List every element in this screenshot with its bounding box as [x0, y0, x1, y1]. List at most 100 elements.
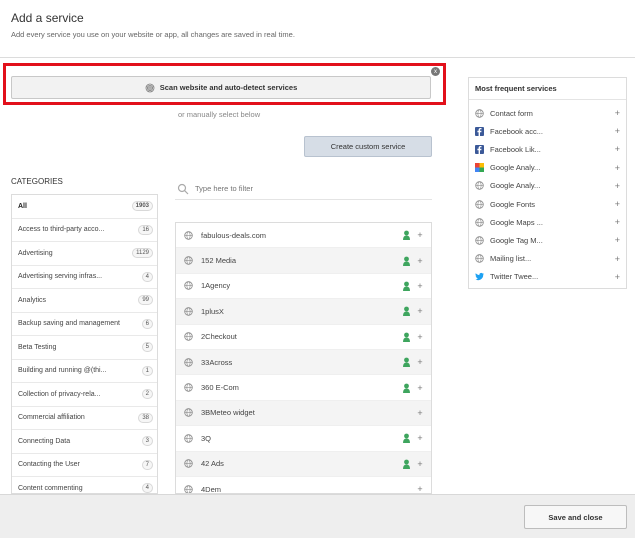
frequent-services-panel: Most frequent services Contact form + Face…: [468, 77, 627, 289]
category-item[interactable]: Advertising 1129: [12, 242, 157, 266]
frequent-service-name: Google Analy...: [490, 181, 541, 191]
frequent-service-item[interactable]: Google Fonts +: [469, 195, 626, 213]
category-label: Collection of privacy-rela...: [18, 390, 101, 398]
person-icon: [403, 332, 410, 342]
frequent-service-item[interactable]: Contact form +: [469, 104, 626, 122]
close-icon[interactable]: x: [431, 67, 440, 76]
add-frequent-plus-icon[interactable]: +: [615, 199, 620, 209]
category-item[interactable]: All 1903: [12, 195, 157, 219]
add-service-plus-icon[interactable]: +: [416, 408, 424, 418]
category-count-badge: 7: [141, 459, 153, 470]
category-item[interactable]: Backup saving and management 6: [12, 313, 157, 336]
service-item[interactable]: 2Checkout +: [176, 325, 431, 350]
add-service-plus-icon[interactable]: +: [416, 306, 424, 316]
add-frequent-plus-icon[interactable]: +: [615, 108, 620, 118]
category-count-badge: 2: [141, 389, 153, 400]
service-item[interactable]: 360 E-Com +: [176, 375, 431, 401]
service-item[interactable]: 4Dem +: [176, 477, 431, 493]
service-name: 360 E-Com: [201, 383, 239, 393]
category-item[interactable]: Advertising serving infras... 4: [12, 266, 157, 289]
add-service-plus-icon[interactable]: +: [416, 459, 424, 469]
person-icon: [403, 306, 410, 317]
add-frequent-plus-icon[interactable]: +: [615, 163, 620, 173]
category-item[interactable]: Commercial affiliation 38: [12, 407, 157, 430]
category-label: Content commenting: [18, 484, 83, 492]
category-list: All 1903 Access to third-party acco... 16 Ad…: [11, 194, 158, 494]
add-frequent-plus-icon[interactable]: +: [615, 126, 620, 136]
person-icon: [403, 383, 410, 393]
service-item[interactable]: 3BMeteo widget +: [176, 400, 431, 427]
frequent-services-list: Contact form + Facebook acc... + Facebook Li…: [469, 100, 626, 286]
frequent-service-item[interactable]: Google Maps ... +: [469, 213, 626, 231]
category-count-badge: 38: [138, 412, 153, 423]
add-frequent-plus-icon[interactable]: +: [615, 217, 620, 227]
service-item[interactable]: 1Agency +: [176, 274, 431, 300]
filter-input[interactable]: [195, 184, 415, 193]
service-item[interactable]: 152 Media +: [176, 248, 431, 274]
add-service-plus-icon[interactable]: +: [416, 332, 424, 342]
category-item[interactable]: Beta Testing 5: [12, 336, 157, 360]
add-service-plus-icon[interactable]: +: [416, 433, 424, 443]
frequent-service-item[interactable]: Facebook Lik... +: [469, 140, 626, 158]
frequent-service-name: Google Fonts: [490, 199, 536, 209]
add-service-plus-icon[interactable]: +: [416, 383, 424, 393]
save-and-close-button[interactable]: Save and close: [524, 505, 627, 529]
category-item[interactable]: Content commenting 4: [12, 477, 157, 493]
add-frequent-plus-icon[interactable]: +: [615, 272, 620, 282]
frequent-service-item[interactable]: Google Tag M... +: [469, 231, 626, 249]
frequent-service-name: Contact form: [490, 108, 533, 118]
category-count-badge: 99: [138, 295, 153, 306]
frequent-service-item[interactable]: Facebook acc... +: [469, 122, 626, 140]
person-icon: [403, 459, 410, 469]
category-label: Advertising serving infras...: [18, 273, 103, 281]
category-label: Access to third-party acco...: [18, 226, 105, 234]
service-item[interactable]: 3Q +: [176, 426, 431, 452]
dialog-subtitle: Add every service you use on your websit…: [11, 30, 295, 39]
category-label: Advertising: [18, 249, 53, 257]
service-name: 1Agency: [201, 281, 231, 291]
frequent-service-name: Facebook Lik...: [490, 144, 541, 154]
add-frequent-plus-icon[interactable]: +: [615, 181, 620, 191]
category-count-badge: 1129: [132, 248, 153, 259]
category-item[interactable]: Contacting the User 7: [12, 454, 157, 477]
globe-icon: [184, 281, 193, 291]
service-item[interactable]: 33Across +: [176, 349, 431, 376]
globe-icon: [184, 230, 193, 240]
frequent-service-item[interactable]: Twitter Twee... +: [469, 268, 626, 286]
facebook-icon: [475, 144, 484, 154]
add-service-plus-icon[interactable]: +: [416, 256, 424, 266]
frequent-service-name: Twitter Twee...: [490, 272, 539, 282]
category-label: Contacting the User: [18, 461, 80, 469]
add-frequent-plus-icon[interactable]: +: [615, 235, 620, 245]
scan-website-button[interactable]: Scan website and auto-detect services: [11, 76, 431, 99]
add-service-plus-icon[interactable]: +: [416, 357, 424, 367]
category-item[interactable]: Building and running @(thi... 1: [12, 360, 157, 383]
category-item[interactable]: Collection of privacy-rela... 2: [12, 383, 157, 407]
globe-icon: [475, 254, 484, 263]
fingerprint-icon: [145, 83, 155, 92]
category-item[interactable]: Connecting Data 3: [12, 430, 157, 454]
dialog-title: Add a service: [11, 11, 84, 25]
facebook-icon: [475, 126, 484, 136]
category-label: Beta Testing: [18, 343, 57, 351]
service-item[interactable]: fabulous-deals.com +: [176, 223, 431, 249]
frequent-service-item[interactable]: Mailing list... +: [469, 250, 626, 268]
add-service-plus-icon[interactable]: +: [416, 484, 424, 493]
service-list: fabulous-deals.com +152 Media + 1Agency +1pl…: [175, 222, 432, 494]
service-item[interactable]: 1plusX +: [176, 299, 431, 325]
add-frequent-plus-icon[interactable]: +: [615, 254, 620, 264]
add-frequent-plus-icon[interactable]: +: [615, 144, 620, 154]
globe-icon: [184, 434, 193, 443]
frequent-service-item[interactable]: Google Analy... +: [469, 177, 626, 195]
category-label: Backup saving and management: [18, 320, 120, 328]
category-item[interactable]: Access to third-party acco... 16: [12, 219, 157, 242]
service-item[interactable]: 42 Ads +: [176, 451, 431, 477]
category-count-badge: 4: [141, 483, 153, 493]
globe-icon: [184, 408, 193, 418]
category-item[interactable]: Analytics 99: [12, 289, 157, 313]
add-service-plus-icon[interactable]: +: [416, 230, 424, 240]
create-custom-service-button[interactable]: Create custom service: [304, 136, 432, 157]
frequent-service-item[interactable]: Google Analy... +: [469, 159, 626, 177]
add-service-plus-icon[interactable]: +: [416, 281, 424, 291]
globe-icon: [475, 199, 484, 209]
